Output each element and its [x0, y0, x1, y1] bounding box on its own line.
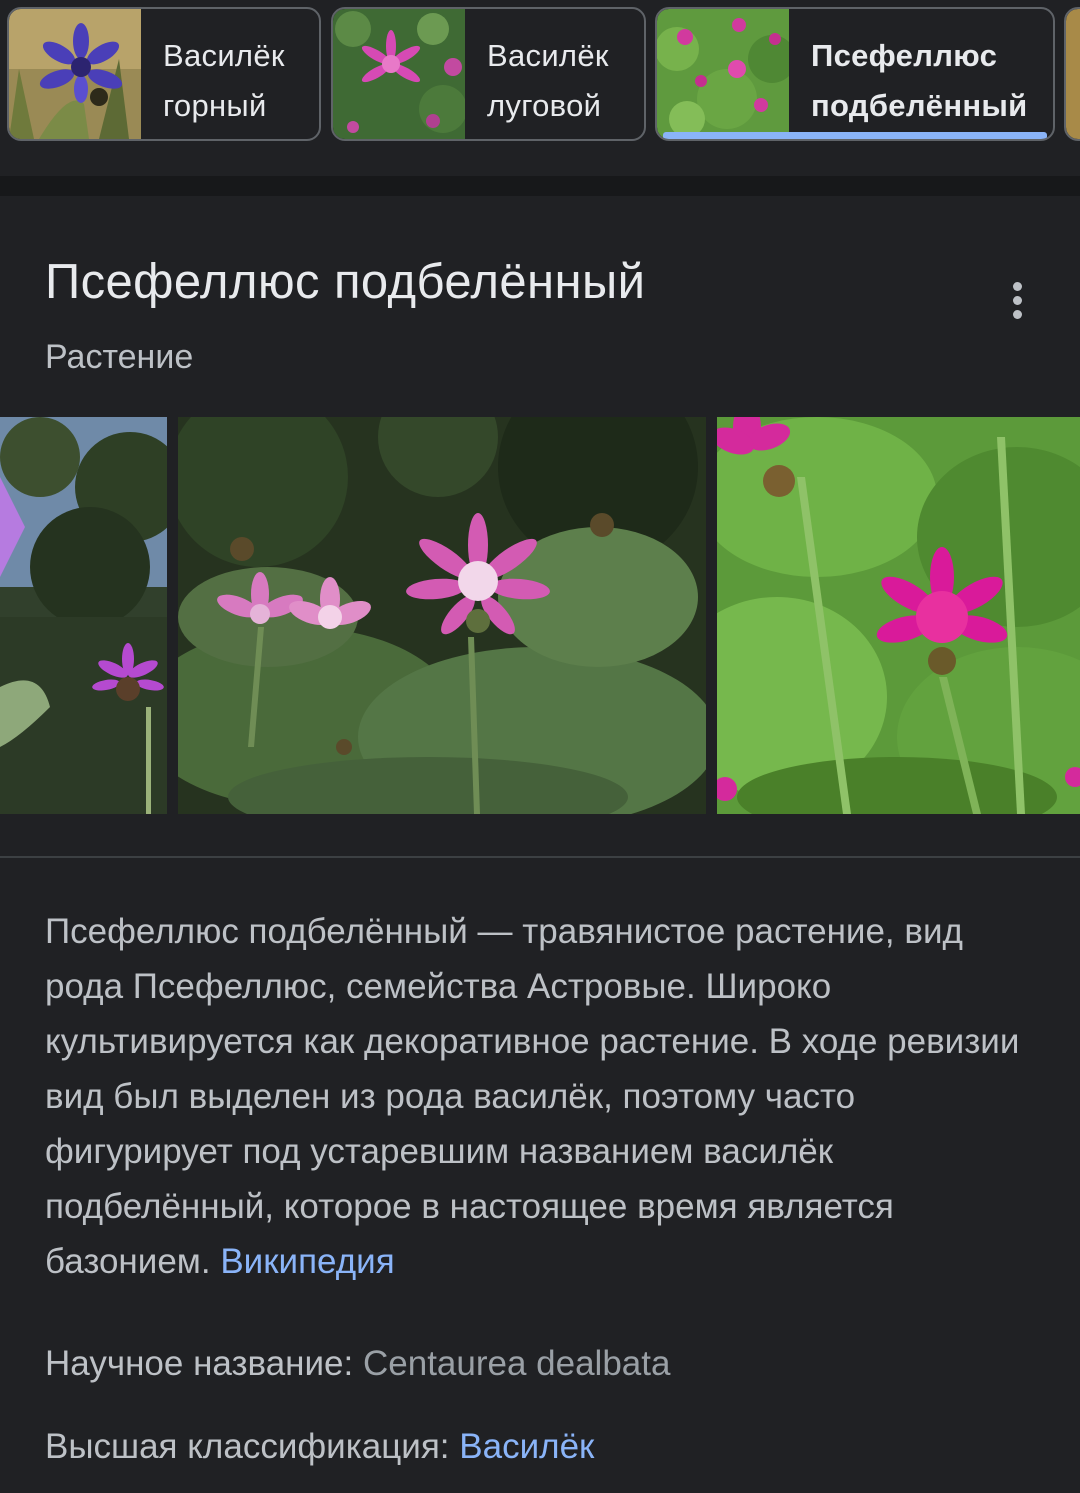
- chip-label: Василёк луговой: [487, 38, 609, 123]
- fact-scientific-name: Научное название: Centaurea dealbata: [45, 1344, 670, 1384]
- chip-vasilek-lugovoi[interactable]: Василёк луговой: [331, 7, 646, 141]
- related-entities-carousel: Василёк горный Василёк луговой Псефеллюс…: [0, 0, 1080, 176]
- knowledge-panel: Псефеллюс подбелённый Растение Псефеллюс…: [0, 196, 1080, 1493]
- entity-title: Псефеллюс подбелённый: [45, 255, 646, 309]
- active-indicator: [663, 132, 1047, 139]
- fact-value: Centaurea dealbata: [362, 1344, 671, 1383]
- section-separator: [0, 176, 1080, 196]
- chip-vasilek-gornyi[interactable]: Василёк горный: [7, 7, 321, 141]
- chip-label: Псефеллюс подбелённый: [811, 38, 1028, 123]
- fact-label: Научное название:: [45, 1344, 354, 1383]
- entity-description: Псефеллюс подбелённый — травянистое раст…: [45, 904, 1045, 1289]
- divider: [0, 856, 1080, 858]
- fact-label: Высшая классификация:: [45, 1427, 450, 1466]
- entity-type: Растение: [45, 338, 194, 376]
- gallery-photo[interactable]: [0, 417, 167, 814]
- image-gallery: [0, 417, 1080, 814]
- chip-psefellyus-podbelennyi[interactable]: Псефеллюс подбелённый: [655, 7, 1055, 141]
- wikipedia-source-link[interactable]: Википедия: [220, 1242, 394, 1281]
- chip-next[interactable]: [1064, 7, 1080, 141]
- fact-value-link[interactable]: Василёк: [459, 1427, 594, 1466]
- chip-thumbnail-image: [657, 9, 789, 139]
- chip-label: Василёк горный: [163, 38, 285, 123]
- fact-higher-classification: Высшая классификация: Василёк: [45, 1427, 594, 1467]
- gallery-photo[interactable]: [717, 417, 1080, 814]
- description-text: Псефеллюс подбелённый — травянистое раст…: [45, 912, 1020, 1281]
- gallery-photo[interactable]: [178, 417, 706, 814]
- chip-thumbnail-image: [333, 9, 465, 139]
- more-vert-icon[interactable]: [996, 276, 1040, 324]
- chip-thumbnail-image: [1066, 9, 1080, 139]
- chip-thumbnail-image: [9, 9, 141, 139]
